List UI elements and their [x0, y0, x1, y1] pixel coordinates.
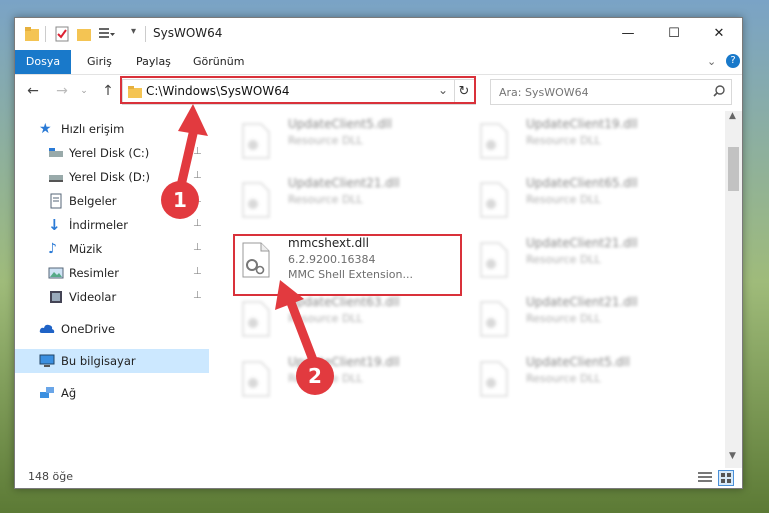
- step-1-badge: 1: [161, 181, 199, 219]
- arrow-1-head: [178, 104, 208, 136]
- arrow-2-shaft: [285, 295, 318, 365]
- step-2-badge: 2: [296, 357, 334, 395]
- annotation-arrows: [175, 104, 318, 365]
